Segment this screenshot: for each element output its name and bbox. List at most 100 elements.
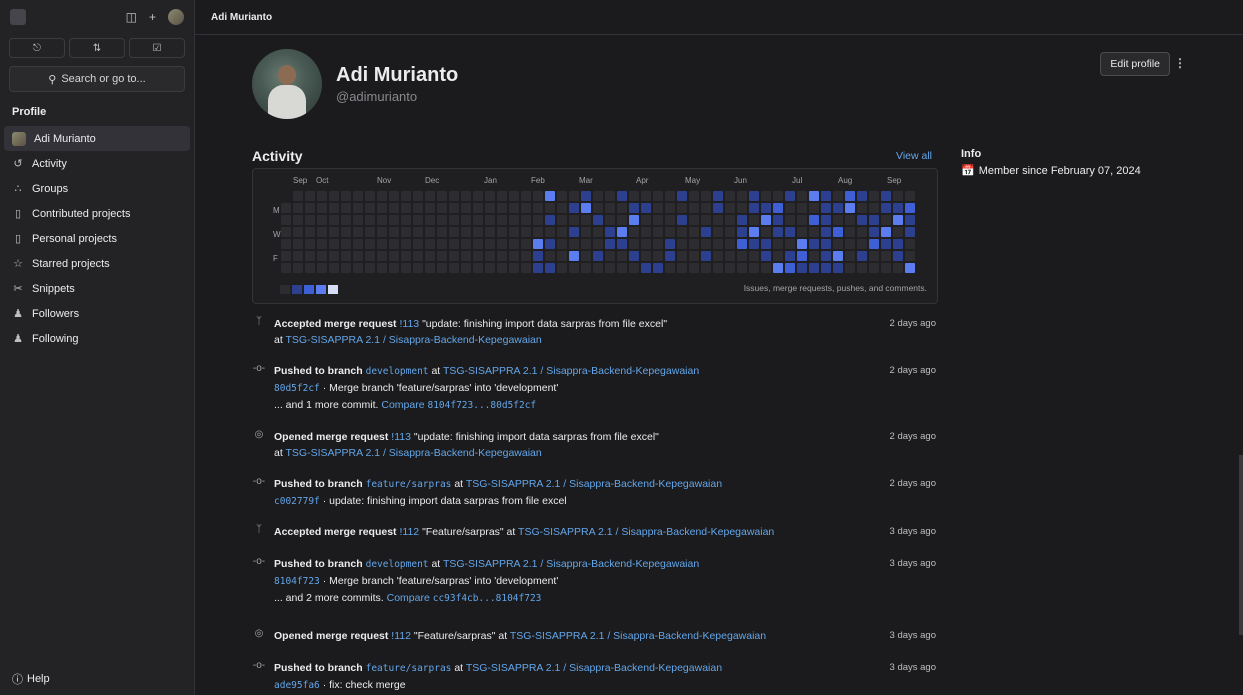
calendar-day-cell[interactable] <box>509 239 519 249</box>
calendar-day-cell[interactable] <box>569 239 579 249</box>
calendar-day-cell[interactable] <box>665 191 675 201</box>
calendar-day-cell[interactable] <box>749 227 759 237</box>
calendar-day-cell[interactable] <box>809 239 819 249</box>
calendar-day-cell[interactable] <box>473 263 483 273</box>
calendar-day-cell[interactable] <box>449 191 459 201</box>
calendar-day-cell[interactable] <box>593 191 603 201</box>
calendar-day-cell[interactable] <box>521 215 531 225</box>
calendar-day-cell[interactable] <box>677 251 687 261</box>
user-avatar[interactable] <box>168 9 184 25</box>
calendar-day-cell[interactable] <box>629 203 639 213</box>
calendar-day-cell[interactable] <box>605 239 615 249</box>
calendar-day-cell[interactable] <box>341 263 351 273</box>
calendar-day-cell[interactable] <box>893 227 903 237</box>
project-link[interactable]: TSG-SISAPPRA 2.1 / Sisappra-Backend-Kepe… <box>286 447 542 459</box>
calendar-day-cell[interactable] <box>749 215 759 225</box>
calendar-day-cell[interactable] <box>509 263 519 273</box>
calendar-day-cell[interactable] <box>689 227 699 237</box>
calendar-day-cell[interactable] <box>737 239 747 249</box>
commit-sha-link[interactable]: c002779f <box>274 496 320 507</box>
calendar-day-cell[interactable] <box>473 227 483 237</box>
calendar-day-cell[interactable] <box>425 215 435 225</box>
calendar-day-cell[interactable] <box>569 215 579 225</box>
calendar-day-cell[interactable] <box>809 203 819 213</box>
calendar-day-cell[interactable] <box>761 263 771 273</box>
project-link[interactable]: TSG-SISAPPRA 2.1 / Sisappra-Backend-Kepe… <box>518 526 774 538</box>
calendar-day-cell[interactable] <box>365 263 375 273</box>
calendar-day-cell[interactable] <box>761 239 771 249</box>
calendar-day-cell[interactable] <box>605 227 615 237</box>
calendar-day-cell[interactable] <box>905 215 915 225</box>
calendar-day-cell[interactable] <box>365 239 375 249</box>
calendar-day-cell[interactable] <box>413 203 423 213</box>
calendar-day-cell[interactable] <box>281 239 291 249</box>
calendar-day-cell[interactable] <box>701 239 711 249</box>
calendar-day-cell[interactable] <box>653 215 663 225</box>
branch-link[interactable]: feature/sarpras <box>366 479 452 490</box>
calendar-day-cell[interactable] <box>473 239 483 249</box>
calendar-day-cell[interactable] <box>377 251 387 261</box>
calendar-day-cell[interactable] <box>377 239 387 249</box>
project-link[interactable]: TSG-SISAPPRA 2.1 / Sisappra-Backend-Kepe… <box>443 558 699 570</box>
calendar-day-cell[interactable] <box>569 227 579 237</box>
calendar-day-cell[interactable] <box>833 239 843 249</box>
calendar-day-cell[interactable] <box>293 263 303 273</box>
calendar-day-cell[interactable] <box>665 251 675 261</box>
calendar-day-cell[interactable] <box>857 251 867 261</box>
calendar-day-cell[interactable] <box>377 263 387 273</box>
calendar-day-cell[interactable] <box>521 251 531 261</box>
project-link[interactable]: TSG-SISAPPRA 2.1 / Sisappra-Backend-Kepe… <box>510 630 766 642</box>
project-link[interactable]: TSG-SISAPPRA 2.1 / Sisappra-Backend-Kepe… <box>443 365 699 377</box>
branch-link[interactable]: development <box>366 366 429 377</box>
calendar-day-cell[interactable] <box>593 203 603 213</box>
merge-requests-tab[interactable]: ⇅ <box>69 38 125 58</box>
calendar-day-cell[interactable] <box>725 239 735 249</box>
calendar-day-cell[interactable] <box>485 215 495 225</box>
calendar-day-cell[interactable] <box>821 203 831 213</box>
calendar-day-cell[interactable] <box>437 215 447 225</box>
calendar-day-cell[interactable] <box>737 227 747 237</box>
calendar-day-cell[interactable] <box>593 215 603 225</box>
calendar-day-cell[interactable] <box>857 263 867 273</box>
calendar-day-cell[interactable] <box>485 227 495 237</box>
calendar-day-cell[interactable] <box>833 263 843 273</box>
calendar-day-cell[interactable] <box>845 215 855 225</box>
edit-profile-button[interactable]: Edit profile <box>1100 52 1170 76</box>
compare-link[interactable]: 8104f723...80d5f2cf <box>427 400 536 411</box>
calendar-day-cell[interactable] <box>725 227 735 237</box>
calendar-day-cell[interactable] <box>533 215 543 225</box>
calendar-day-cell[interactable] <box>521 227 531 237</box>
calendar-day-cell[interactable] <box>881 263 891 273</box>
calendar-day-cell[interactable] <box>461 191 471 201</box>
calendar-day-cell[interactable] <box>869 251 879 261</box>
calendar-day-cell[interactable] <box>785 251 795 261</box>
calendar-day-cell[interactable] <box>437 227 447 237</box>
compare-link[interactable]: cc93f4cb...8104f723 <box>433 593 542 604</box>
calendar-day-cell[interactable] <box>545 239 555 249</box>
calendar-day-cell[interactable] <box>725 191 735 201</box>
calendar-day-cell[interactable] <box>449 203 459 213</box>
help-button[interactable]: ⓘ Help <box>12 671 50 687</box>
calendar-day-cell[interactable] <box>365 227 375 237</box>
calendar-day-cell[interactable] <box>389 239 399 249</box>
calendar-day-cell[interactable] <box>509 227 519 237</box>
calendar-day-cell[interactable] <box>581 251 591 261</box>
calendar-day-cell[interactable] <box>701 263 711 273</box>
calendar-day-cell[interactable] <box>737 263 747 273</box>
calendar-day-cell[interactable] <box>749 203 759 213</box>
calendar-day-cell[interactable] <box>737 203 747 213</box>
calendar-day-cell[interactable] <box>317 227 327 237</box>
calendar-day-cell[interactable] <box>341 251 351 261</box>
calendar-day-cell[interactable] <box>461 227 471 237</box>
calendar-day-cell[interactable] <box>569 251 579 261</box>
calendar-day-cell[interactable] <box>557 251 567 261</box>
calendar-day-cell[interactable] <box>329 215 339 225</box>
brand-logo-icon[interactable] <box>10 9 26 25</box>
calendar-day-cell[interactable] <box>557 203 567 213</box>
calendar-day-cell[interactable] <box>557 191 567 201</box>
calendar-day-cell[interactable] <box>761 215 771 225</box>
calendar-day-cell[interactable] <box>413 227 423 237</box>
calendar-day-cell[interactable] <box>821 227 831 237</box>
breadcrumb[interactable]: Adi Murianto <box>211 12 272 23</box>
calendar-day-cell[interactable] <box>305 239 315 249</box>
